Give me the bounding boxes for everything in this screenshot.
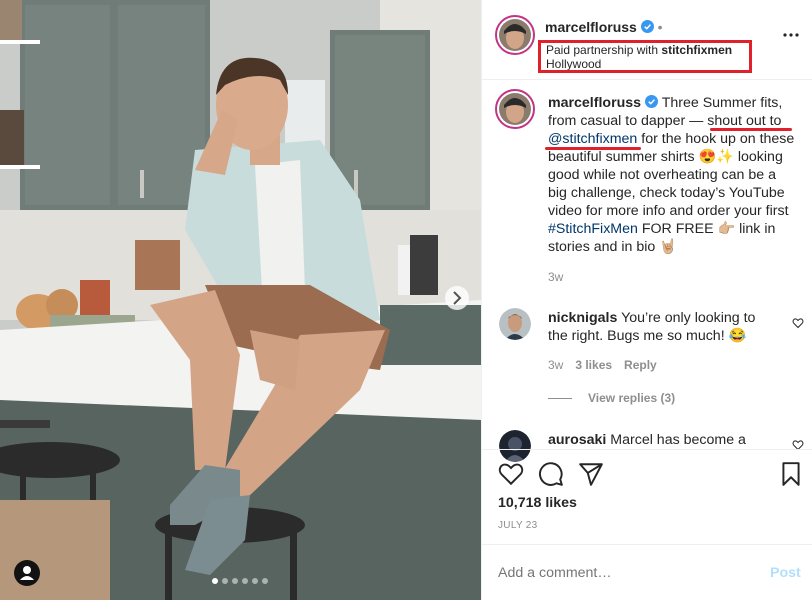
post-author: marcelfloruss •	[545, 19, 663, 35]
save-button[interactable]	[778, 461, 804, 487]
comment-username[interactable]: nicknigals	[548, 310, 617, 326]
more-options-button[interactable]	[781, 27, 801, 37]
actions-divider	[482, 449, 812, 450]
bookmark-icon	[782, 462, 800, 486]
like-count[interactable]: 10,718 likes	[498, 495, 577, 511]
carousel-dot	[252, 578, 258, 584]
user-tag-icon[interactable]	[14, 560, 40, 586]
share-icon	[579, 463, 603, 486]
annotation-underline	[710, 128, 792, 131]
comment-text: nicknigals You’re only looking to the ri…	[548, 310, 756, 344]
caption-avatar[interactable]	[495, 89, 535, 129]
verified-icon	[640, 20, 654, 33]
comment-likes[interactable]: 3 likes	[575, 358, 612, 372]
comment-divider	[482, 544, 812, 545]
post-panel: marcelfloruss • Paid partnership with st…	[481, 0, 812, 600]
comment-like-button[interactable]	[792, 316, 804, 334]
share-button[interactable]	[578, 461, 604, 487]
like-button[interactable]	[498, 461, 524, 487]
view-replies-label: View replies (3)	[588, 391, 676, 405]
avatar[interactable]	[495, 15, 535, 55]
post-username[interactable]: marcelfloruss	[545, 19, 637, 35]
caption-time: 3w	[548, 270, 564, 284]
comment-button[interactable]	[538, 461, 564, 487]
comment-meta: 3w 3 likes Reply	[548, 358, 657, 372]
comment-time: 3w	[548, 358, 564, 372]
caption-text: marcelfloruss Three Summer fits, from ca…	[548, 95, 795, 255]
view-replies[interactable]: View replies (3)	[548, 391, 675, 405]
caption-username[interactable]: marcelfloruss	[548, 95, 641, 111]
comment-username[interactable]: aurosaki	[548, 432, 606, 448]
carousel-dot	[222, 578, 228, 584]
carousel-dots	[212, 578, 268, 584]
reply-button[interactable]: Reply	[624, 358, 657, 372]
post-comment-button[interactable]: Post	[770, 565, 801, 581]
verified-icon	[645, 95, 659, 108]
comment-avatar[interactable]	[499, 308, 531, 340]
caption-underlined-text: shout out to	[707, 113, 782, 129]
carousel-dot	[232, 578, 238, 584]
photo-image	[0, 0, 481, 600]
annotation-underline	[545, 147, 641, 150]
next-slide-button[interactable]	[445, 286, 469, 310]
ellipsis-icon	[783, 33, 799, 37]
comment-avatar[interactable]	[499, 430, 531, 462]
annotation-box	[538, 40, 752, 73]
comment-text: aurosaki Marcel has become a	[548, 432, 746, 448]
mention-link[interactable]: @stitchfixmen	[548, 131, 637, 147]
comment-icon	[539, 462, 563, 486]
heart-icon	[792, 318, 804, 329]
hashtag-link[interactable]: #StitchFixMen	[548, 221, 638, 237]
header-divider	[482, 79, 812, 80]
comment-input[interactable]	[498, 562, 738, 584]
post-photo[interactable]	[0, 0, 481, 600]
heart-icon	[498, 463, 524, 486]
carousel-dot	[262, 578, 268, 584]
carousel-dot	[242, 578, 248, 584]
post-date: JULY 23	[498, 520, 538, 531]
comment-like-button[interactable]	[792, 438, 804, 456]
carousel-dot	[212, 578, 218, 584]
